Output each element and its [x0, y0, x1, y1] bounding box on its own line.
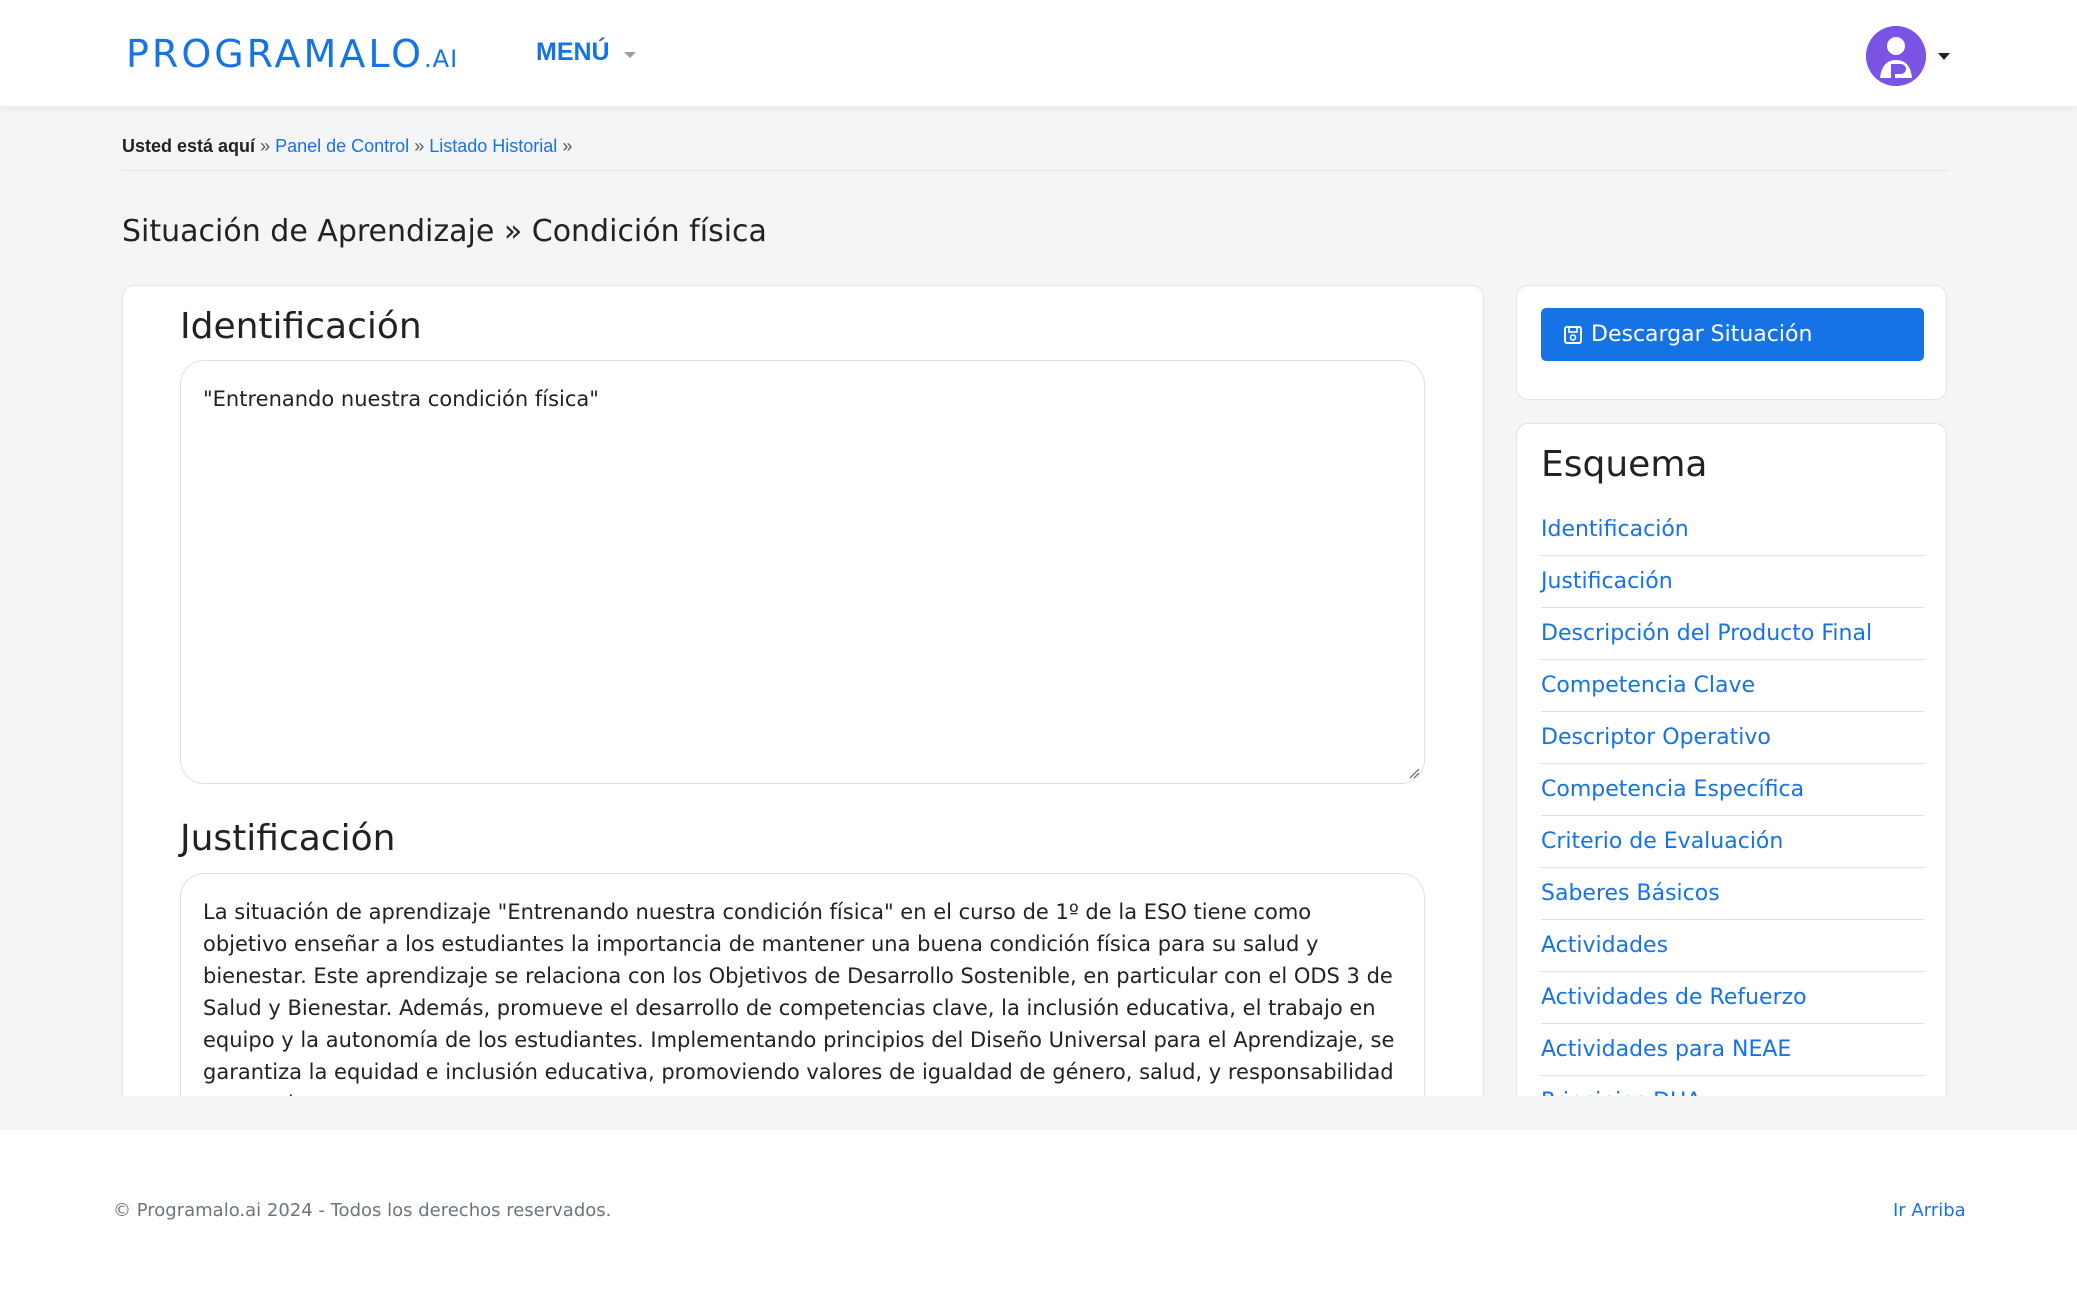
situation-content-card: Identificación "Entrenando nuestra condi… — [122, 285, 1484, 1096]
esquema-card: Esquema Identificación Justificación Des… — [1516, 423, 1947, 1096]
breadcrumb-divider — [122, 170, 1947, 171]
esquema-link-producto-final[interactable]: Descripción del Producto Final — [1541, 608, 1924, 660]
justificacion-text: La situación de aprendizaje "Entrenando … — [203, 900, 1395, 1096]
breadcrumb-link-panel[interactable]: Panel de Control — [275, 136, 409, 156]
logo-main-text: PROGRAMALO — [126, 32, 425, 76]
esquema-list: Identificación Justificación Descripción… — [1541, 504, 1924, 1096]
esquema-link-competencia-especifica[interactable]: Competencia Específica — [1541, 764, 1924, 816]
breadcrumb: Usted está aquí » Panel de Control » Lis… — [122, 136, 572, 157]
content-scroll-region[interactable]: Identificación "Entrenando nuestra condi… — [0, 280, 2077, 1096]
breadcrumb-separator: » — [562, 136, 573, 156]
page-title: Situación de Aprendizaje » Condición fís… — [122, 214, 767, 249]
section-title-identificacion: Identificación — [180, 306, 422, 347]
identificacion-text: "Entrenando nuestra condición física" — [203, 387, 599, 411]
top-navbar: PROGRAMALO .AI MENÚ — [0, 0, 2077, 107]
breadcrumb-separator: » — [414, 136, 425, 156]
esquema-title: Esquema — [1541, 444, 1708, 485]
esquema-link-identificacion[interactable]: Identificación — [1541, 504, 1924, 556]
esquema-link-actividades-neae[interactable]: Actividades para NEAE — [1541, 1024, 1924, 1076]
menu-dropdown-button[interactable]: MENÚ — [536, 38, 636, 67]
esquema-link-descriptor-operativo[interactable]: Descriptor Operativo — [1541, 712, 1924, 764]
footer-copyright: © Programalo.ai 2024 - Todos los derecho… — [113, 1200, 612, 1221]
download-situation-button[interactable]: Descargar Situación — [1541, 308, 1924, 361]
esquema-link-justificacion[interactable]: Justificación — [1541, 556, 1924, 608]
save-icon — [1564, 325, 1582, 344]
chevron-down-icon — [623, 51, 636, 58]
esquema-link-actividades[interactable]: Actividades — [1541, 920, 1924, 972]
identificacion-textarea[interactable]: "Entrenando nuestra condición física" — [180, 360, 1425, 784]
logo-ai-text: .AI — [424, 45, 459, 73]
esquema-link-criterio-evaluacion[interactable]: Criterio de Evaluación — [1541, 816, 1924, 868]
esquema-link-actividades-refuerzo[interactable]: Actividades de Refuerzo — [1541, 972, 1924, 1024]
download-button-label: Descargar Situación — [1591, 322, 1813, 347]
programalo-logo[interactable]: PROGRAMALO .AI — [126, 32, 458, 76]
back-to-top-link[interactable]: Ir Arriba — [1893, 1200, 1966, 1221]
chevron-down-icon — [1938, 52, 1950, 60]
esquema-link-competencia-clave[interactable]: Competencia Clave — [1541, 660, 1924, 712]
esquema-link-principios-dua[interactable]: Principios DUA — [1541, 1076, 1924, 1096]
breadcrumb-link-historial[interactable]: Listado Historial — [429, 136, 557, 156]
breadcrumb-separator: » — [260, 136, 271, 156]
section-title-justificacion: Justificación — [180, 818, 396, 859]
resize-handle-icon[interactable] — [1408, 767, 1420, 779]
download-card: Descargar Situación — [1516, 285, 1947, 400]
breadcrumb-prefix: Usted está aquí — [122, 136, 256, 156]
justificacion-textarea[interactable]: La situación de aprendizaje "Entrenando … — [180, 873, 1425, 1096]
menu-label: MENÚ — [536, 38, 610, 66]
user-avatar-icon — [1866, 26, 1926, 86]
esquema-link-saberes-basicos[interactable]: Saberes Básicos — [1541, 868, 1924, 920]
user-menu-button[interactable] — [1866, 26, 1950, 86]
